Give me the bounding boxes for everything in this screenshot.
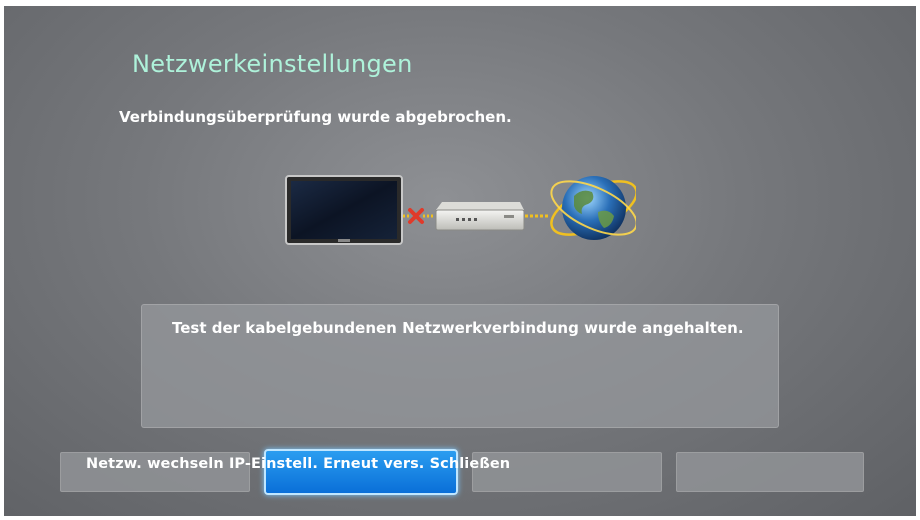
tv-screen: Netzwerkeinstellungen Verbindungsüberprü… [4,6,916,516]
router-icon [435,202,525,231]
close-button[interactable] [676,452,864,492]
message-box: Test der kabelgebundenen Netzwerkverbind… [141,304,779,428]
globe-icon [550,176,636,240]
retry-label: Erneut vers. [323,456,425,472]
change-network-label: Netzw. wechseln [86,456,224,472]
disconnected-x-icon [403,208,434,224]
ip-settings-label: IP-Einstell. [228,456,318,472]
status-text: Verbindungsüberprüfung wurde abgebrochen… [119,108,512,126]
page-title: Netzwerkeinstellungen [132,50,413,78]
close-label: Schließen [429,456,511,472]
message-text: Test der kabelgebundenen Netzwerkverbind… [172,319,744,337]
tv-icon [285,175,403,245]
button-labels: Netzw. wechseln IP-Einstell. Erneut vers… [86,456,510,472]
network-diagram [285,175,636,245]
